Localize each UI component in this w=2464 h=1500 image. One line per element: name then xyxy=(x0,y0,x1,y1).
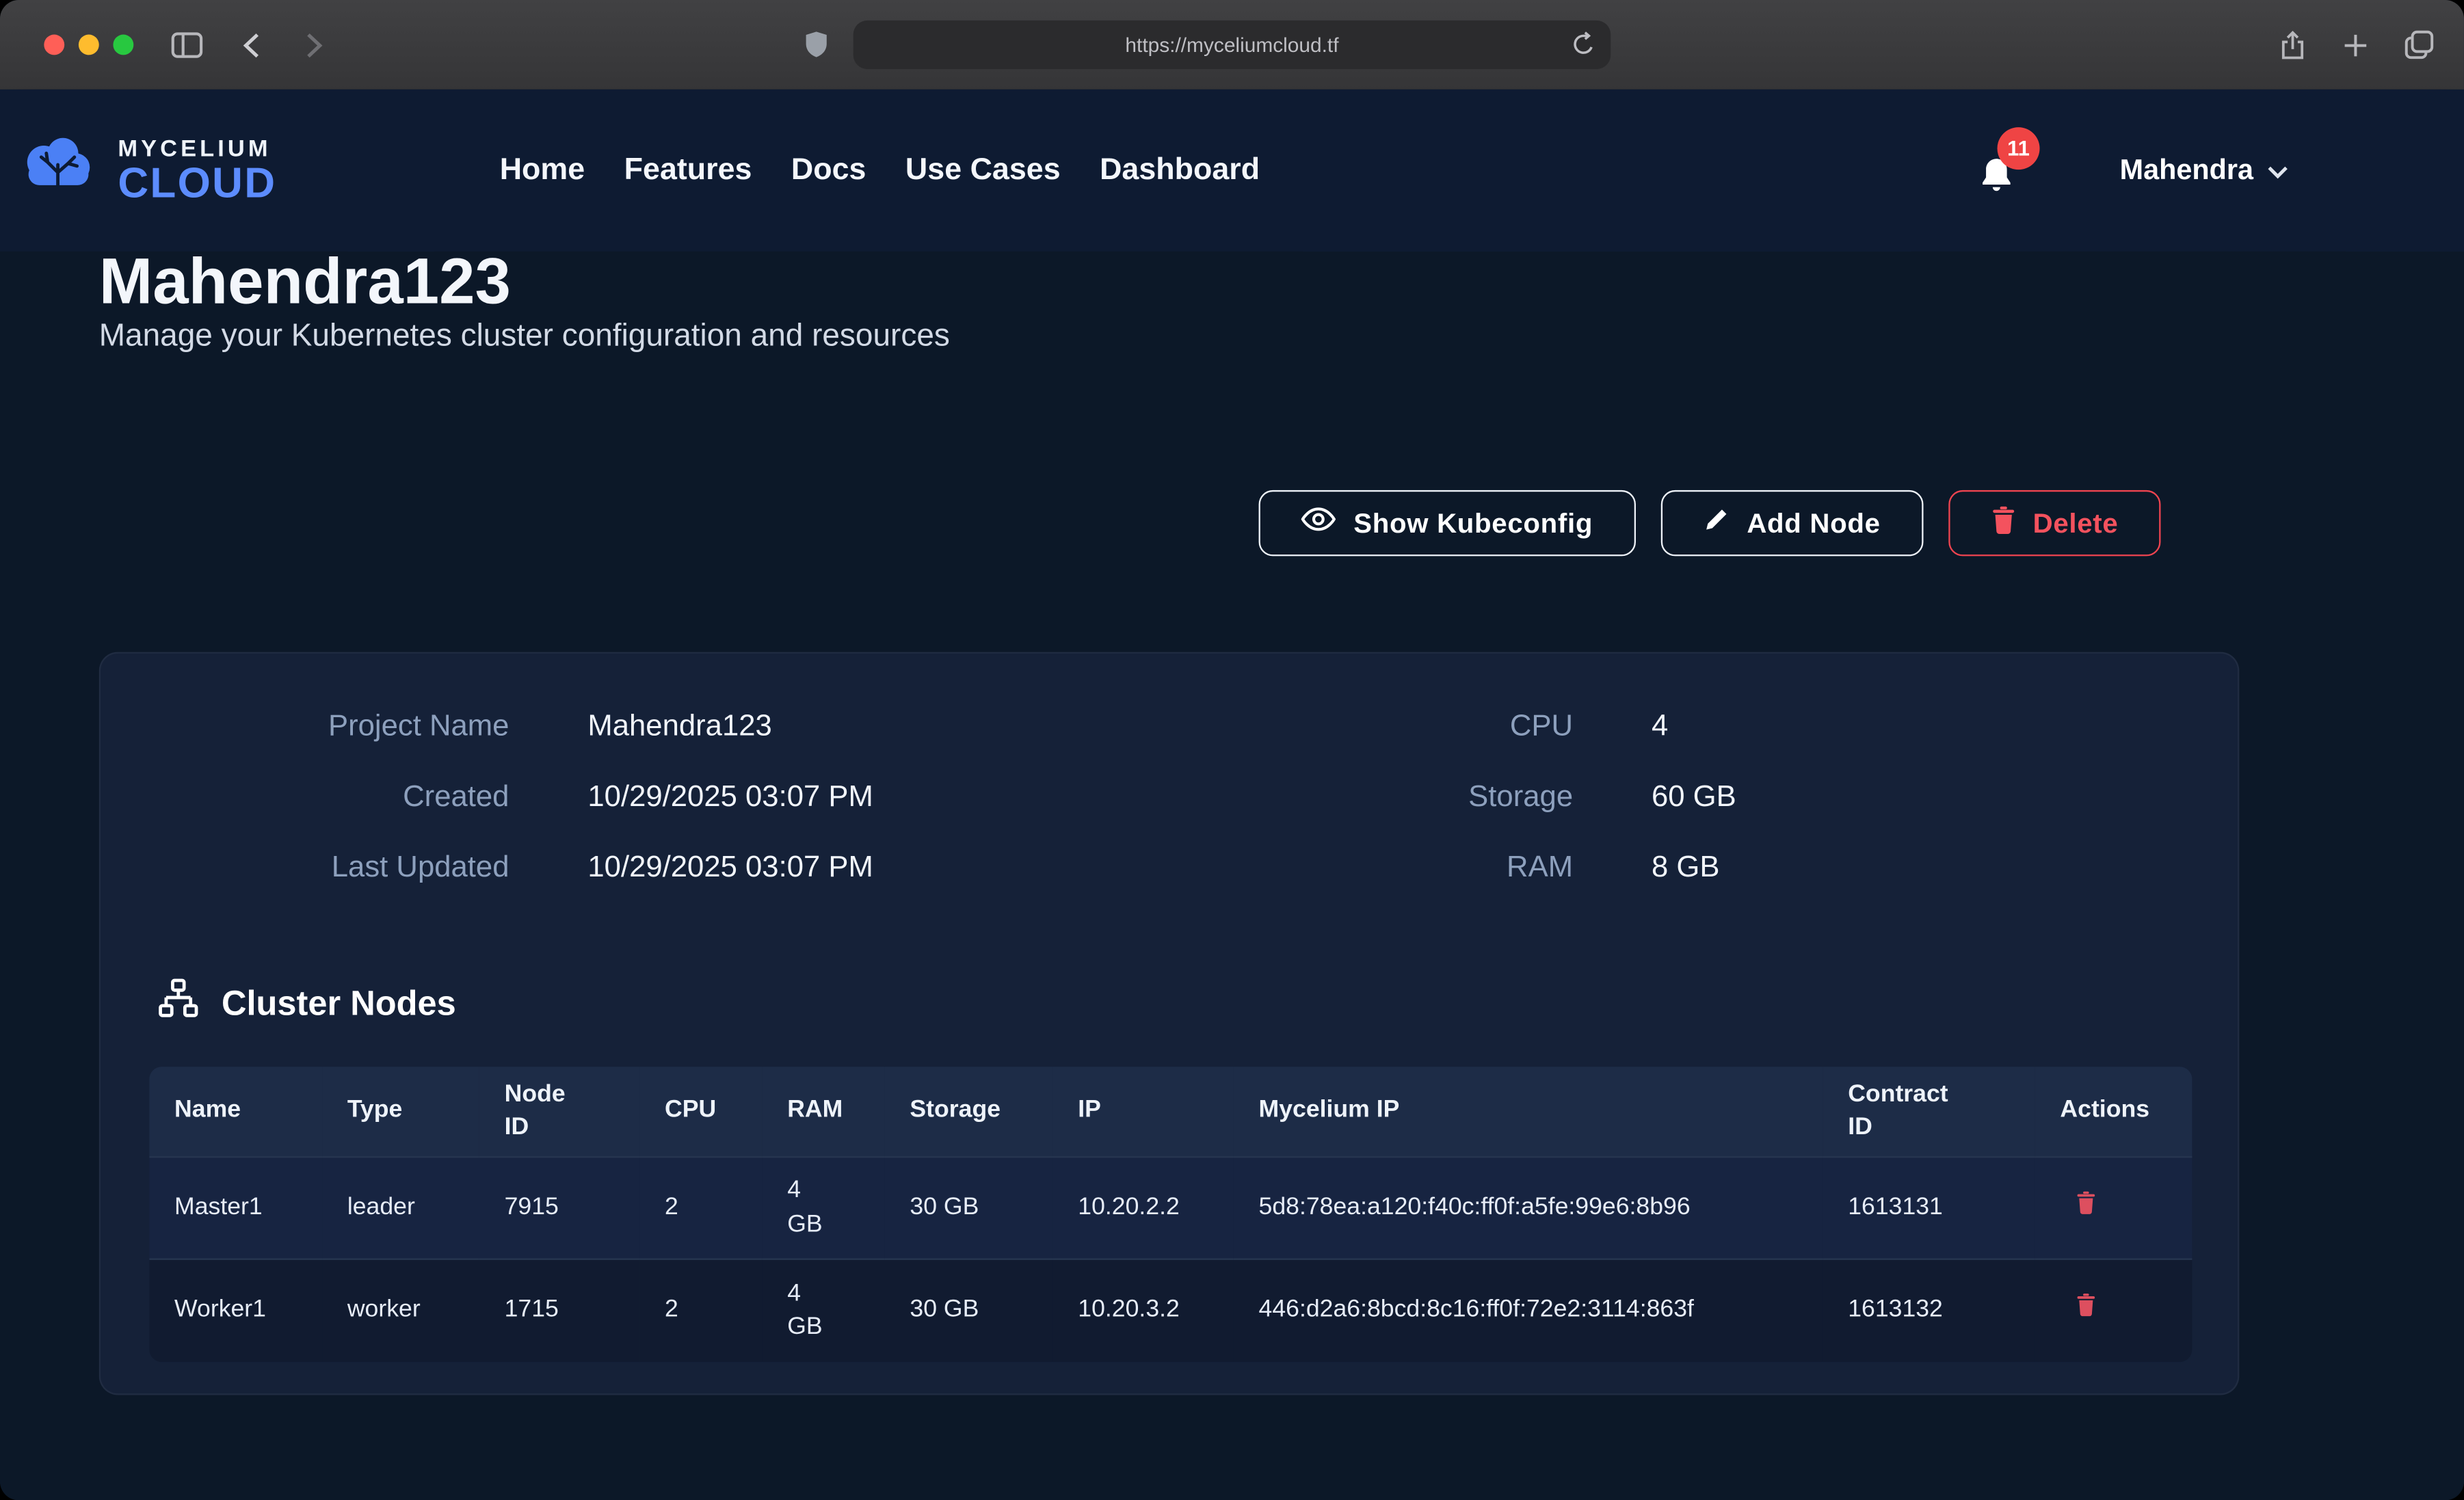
share-icon[interactable] xyxy=(2273,0,2314,90)
cell-node-id: 1715 xyxy=(479,1259,639,1361)
nav-link-docs[interactable]: Docs xyxy=(791,152,866,189)
page-title: Mahendra123 xyxy=(99,246,511,320)
cell-name: Worker1 xyxy=(149,1259,322,1361)
cell-name: Master1 xyxy=(149,1157,322,1259)
cell-actions xyxy=(2035,1157,2193,1259)
table-header-row: Name Type Node ID CPU RAM Storage IP Myc… xyxy=(149,1067,2192,1157)
browser-window: https://myceliumcloud.tf Mahendra123 xyxy=(0,0,2464,1500)
cluster-actions: Show Kubeconfig Add Node Delete xyxy=(1259,490,2160,557)
cluster-summary: Project Name Mahendra123 CPU 4 Created 1… xyxy=(101,691,2238,903)
zoom-window-button[interactable] xyxy=(113,35,133,55)
sidebar-toggle-icon[interactable] xyxy=(163,0,211,90)
col-mycelium-ip: Mycelium IP xyxy=(1234,1067,1823,1157)
delete-node-icon[interactable] xyxy=(2076,1191,2096,1219)
notifications-bell[interactable]: 11 xyxy=(1977,155,2018,199)
notification-count-badge: 11 xyxy=(1998,126,2040,169)
brand-name-top: MYCELIUM xyxy=(118,137,276,160)
cell-actions xyxy=(2035,1259,2193,1361)
chevron-down-icon xyxy=(2268,154,2288,187)
nav-link-features[interactable]: Features xyxy=(624,152,752,189)
detail-value: 10/29/2025 03:07 PM xyxy=(509,833,1164,903)
delete-cluster-button[interactable]: Delete xyxy=(1948,490,2161,557)
pencil-icon xyxy=(1703,506,1730,541)
url-text: https://myceliumcloud.tf xyxy=(1125,33,1338,56)
col-ip: IP xyxy=(1053,1067,1234,1157)
cell-mycelium-ip: 446:d2a6:8bcd:8c16:ff0f:72e2:3114:863f xyxy=(1234,1259,1823,1361)
detail-label: Last Updated xyxy=(101,833,509,903)
cell-ip: 10.20.3.2 xyxy=(1053,1259,1234,1361)
cell-storage: 30 GB xyxy=(885,1157,1053,1259)
detail-label: CPU xyxy=(1165,691,1573,762)
add-node-button[interactable]: Add Node xyxy=(1660,490,1923,557)
detail-value: Mahendra123 xyxy=(509,691,1164,762)
delete-node-icon[interactable] xyxy=(2076,1294,2096,1322)
back-button[interactable] xyxy=(233,0,274,90)
tab-overview-icon[interactable] xyxy=(2396,0,2440,90)
page-body: Mahendra123 xyxy=(0,90,2464,1500)
nav-link-use-cases[interactable]: Use Cases xyxy=(905,152,1061,189)
col-ram: RAM xyxy=(762,1067,884,1157)
nav-link-dashboard[interactable]: Dashboard xyxy=(1100,152,1260,189)
cell-type: leader xyxy=(322,1157,479,1259)
minimize-window-button[interactable] xyxy=(79,35,99,55)
forward-button[interactable] xyxy=(292,0,333,90)
col-cpu: CPU xyxy=(639,1067,762,1157)
user-menu[interactable]: Mahendra xyxy=(2120,90,2288,252)
new-tab-icon[interactable] xyxy=(2335,0,2376,90)
show-kubeconfig-button[interactable]: Show Kubeconfig xyxy=(1259,490,1635,557)
table-row: Master1 leader 7915 2 4 GB 30 GB 10.20.2… xyxy=(149,1157,2192,1259)
cell-contract-id: 1613132 xyxy=(1823,1259,2035,1361)
trash-icon xyxy=(1991,505,2016,541)
detail-label: Storage xyxy=(1165,762,1573,832)
brand-name-bottom: CLOUD xyxy=(118,162,276,204)
eye-icon xyxy=(1301,506,1336,541)
col-actions: Actions xyxy=(2035,1067,2193,1157)
cell-ip: 10.20.2.2 xyxy=(1053,1157,1234,1259)
detail-label: RAM xyxy=(1165,833,1573,903)
cluster-details-card: Project Name Mahendra123 CPU 4 Created 1… xyxy=(99,652,2240,1395)
page-subtitle: Manage your Kubernetes cluster configura… xyxy=(99,319,950,355)
detail-value: 60 GB xyxy=(1573,762,2238,832)
cloud-logo-icon xyxy=(16,131,97,211)
cell-cpu: 2 xyxy=(639,1259,762,1361)
cell-cpu: 2 xyxy=(639,1157,762,1259)
nodes-table: Name Type Node ID CPU RAM Storage IP Myc… xyxy=(149,1067,2192,1361)
browser-chrome: https://myceliumcloud.tf xyxy=(0,0,2464,91)
user-name: Mahendra xyxy=(2120,154,2253,187)
col-storage: Storage xyxy=(885,1067,1053,1157)
cell-ram: 4 GB xyxy=(762,1259,884,1361)
brand-logo[interactable]: MYCELIUM CLOUD xyxy=(16,131,276,211)
privacy-shield-icon[interactable] xyxy=(792,0,839,90)
detail-label: Created xyxy=(101,762,509,832)
cell-ram: 4 GB xyxy=(762,1157,884,1259)
table-row: Worker1 worker 1715 2 4 GB 30 GB 10.20.3… xyxy=(149,1259,2192,1361)
col-name: Name xyxy=(149,1067,322,1157)
detail-value: 8 GB xyxy=(1573,833,2238,903)
site-header: MYCELIUM CLOUD Home Features Docs Use Ca… xyxy=(0,90,2464,252)
url-bar[interactable]: https://myceliumcloud.tf xyxy=(853,21,1611,69)
cell-storage: 30 GB xyxy=(885,1259,1053,1361)
window-controls xyxy=(44,35,133,55)
cell-contract-id: 1613131 xyxy=(1823,1157,2035,1259)
bell-icon xyxy=(1977,177,2016,204)
cell-mycelium-ip: 5d8:78ea:a120:f40c:ff0f:a5fe:99e6:8b96 xyxy=(1234,1157,1823,1259)
detail-value: 10/29/2025 03:07 PM xyxy=(509,762,1164,832)
col-node-id: Node ID xyxy=(479,1067,639,1157)
cluster-nodes-icon xyxy=(157,977,200,1029)
cell-type: worker xyxy=(322,1259,479,1361)
cluster-nodes-heading: Cluster Nodes xyxy=(157,977,456,1029)
detail-value: 4 xyxy=(1573,691,2238,762)
detail-label: Project Name xyxy=(101,691,509,762)
reload-icon[interactable] xyxy=(1570,30,1598,63)
close-window-button[interactable] xyxy=(44,35,64,55)
col-type: Type xyxy=(322,1067,479,1157)
col-contract-id: Contract ID xyxy=(1823,1067,2035,1157)
nav-link-home[interactable]: Home xyxy=(500,152,585,189)
cell-node-id: 7915 xyxy=(479,1157,639,1259)
main-nav: Home Features Docs Use Cases Dashboard xyxy=(500,90,1260,252)
stage: https://myceliumcloud.tf Mahendra123 xyxy=(0,0,2464,1500)
